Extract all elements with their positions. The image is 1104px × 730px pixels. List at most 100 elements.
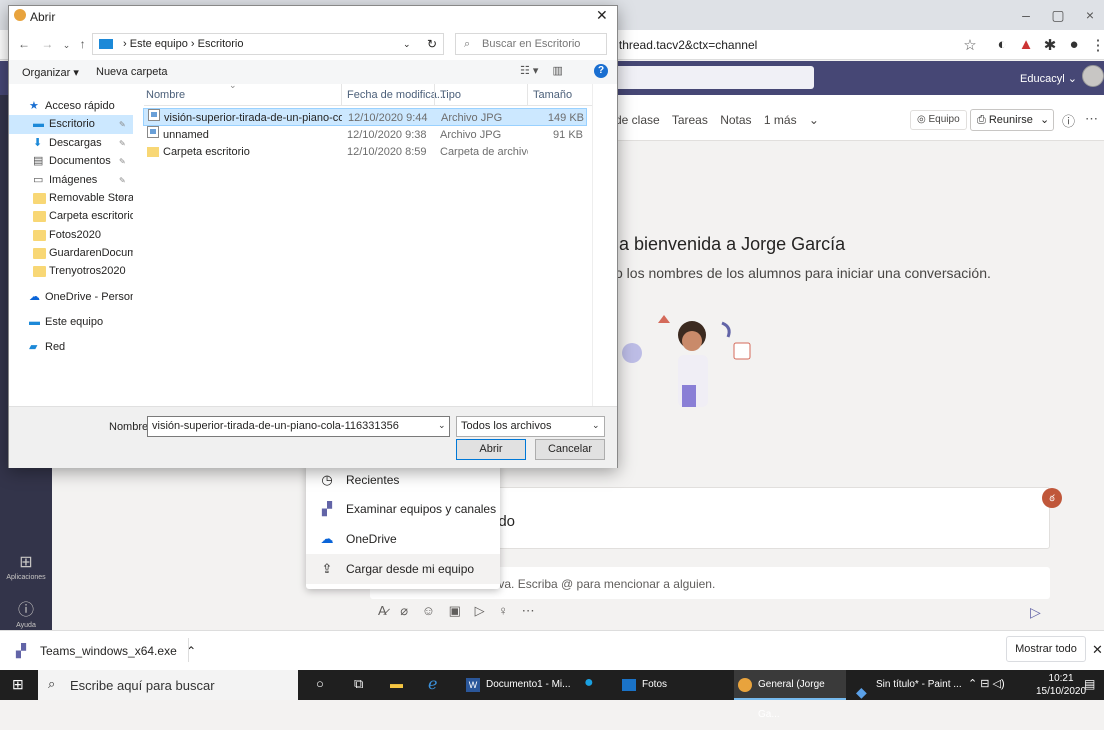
cancel-button[interactable]: Cancelar [535, 439, 605, 460]
breadcrumb-escritorio[interactable]: Escritorio [198, 38, 244, 50]
file-row[interactable]: visión-superior-tirada-de-un-piano-cola.… [143, 108, 587, 126]
column-size[interactable]: Tamaño [533, 89, 572, 101]
pin-icon[interactable]: ✎ [119, 134, 126, 153]
profile-icon[interactable]: ● [1064, 36, 1084, 53]
task-view-icon[interactable]: ⧉ [354, 676, 363, 692]
format-icon[interactable]: A̷ [378, 603, 387, 618]
nav-item[interactable]: ★ Acceso rápido [9, 97, 133, 116]
nav-item[interactable]: ▭ Imágenes ✎ [9, 171, 133, 190]
tenant-name[interactable]: Educacyl ⌄ [1020, 72, 1077, 85]
file-row[interactable]: Carpeta escritorio 12/10/2020 8:59 Carpeta… [143, 143, 587, 161]
dialog-search-input[interactable]: ⌕ Buscar en Escritorio [455, 33, 607, 55]
nav-item[interactable]: Removable Stora ✎ [9, 189, 133, 208]
pin-icon[interactable]: ✎ [119, 115, 126, 134]
filetype-select[interactable]: Todos los archivos [456, 416, 605, 437]
show-all-button[interactable]: Mostrar todo [1006, 636, 1086, 662]
column-divider[interactable] [527, 84, 528, 106]
view-icon[interactable]: ☷ ▾ [520, 65, 538, 77]
menu-item-upload[interactable]: ⇪ Cargar desde mi equipo [306, 554, 500, 584]
pin-icon[interactable]: ✎ [119, 189, 126, 208]
info-icon[interactable]: ⓘ [1062, 111, 1075, 130]
cortana-icon[interactable]: ○ [316, 676, 324, 691]
taskbar-app-chrome[interactable]: General (Jorge Ga... [734, 670, 846, 720]
file-row[interactable]: unnamed 12/10/2020 9:38 Archivo JPG 91 KB [143, 126, 587, 144]
stream-icon[interactable]: ▷ [475, 603, 485, 618]
sticker-icon[interactable]: ▣ [449, 603, 461, 618]
address-bar[interactable]: a@thread.tacv2&ctx=channel [600, 34, 940, 56]
close-download-bar-icon[interactable]: ✕ [1092, 642, 1103, 658]
minimize-button[interactable]: – [1010, 0, 1042, 30]
bookmark-star-icon[interactable]: ☆ [960, 36, 980, 54]
forward-icon[interactable]: → [41, 37, 53, 51]
tab-notas[interactable]: Notas [720, 113, 751, 127]
tab-more[interactable]: 1 más ⌄ [764, 113, 819, 127]
chevron-down-icon[interactable]: ⌄ [592, 420, 600, 431]
notifications-icon[interactable]: ▤ [1084, 677, 1095, 691]
attach-icon[interactable]: ⌀ [400, 603, 408, 618]
view-options[interactable]: ☷ ▾ ▥ [520, 64, 563, 77]
pin-icon[interactable]: ✎ [119, 152, 126, 171]
column-name[interactable]: Nombre [146, 89, 185, 101]
taskbar-app-paint[interactable]: ◆ Sin título* - Paint ... [852, 670, 964, 700]
column-divider[interactable] [434, 84, 435, 106]
pin-icon[interactable]: ✎ [119, 171, 126, 190]
chevron-down-icon[interactable]: ⌄ [403, 34, 411, 54]
breadcrumb-este-equipo[interactable]: Este equipo [130, 38, 188, 50]
tray-icons[interactable]: ⌃ ⊟ ◁) [968, 677, 1005, 690]
maximize-button[interactable]: ▢ [1042, 0, 1074, 30]
help-icon[interactable]: ? [594, 64, 608, 78]
nav-item[interactable]: ⬇ Descargas ✎ [9, 134, 133, 153]
taskbar-app-word[interactable]: W Documento1 - Mi... [460, 670, 578, 700]
nav-item[interactable]: Fotos2020 [9, 226, 133, 245]
nav-item[interactable]: GuardarenDocumen [9, 244, 133, 263]
praise-icon[interactable]: ♀ [498, 603, 508, 618]
column-divider[interactable] [341, 84, 342, 106]
nav-item[interactable]: ▬ Escritorio ✎ [9, 115, 133, 134]
extensions-puzzle-icon[interactable]: ✱ [1040, 36, 1060, 54]
send-icon[interactable]: ▷ [1030, 604, 1041, 621]
tab-clase[interactable]: de clase [615, 113, 660, 127]
nav-item[interactable]: ▤ Documentos ✎ [9, 152, 133, 171]
nav-item[interactable]: ▬ Este equipo [9, 313, 133, 332]
organize-button[interactable]: Organizar ▾ [22, 66, 79, 79]
menu-item-onedrive[interactable]: ☁ OneDrive [306, 524, 500, 554]
refresh-icon[interactable]: ↻ [420, 33, 444, 55]
tab-tareas[interactable]: Tareas [672, 113, 708, 127]
extension-icon[interactable]: ◐ [992, 36, 1012, 53]
up-icon[interactable]: ↑ [80, 37, 86, 51]
open-button[interactable]: Abrir [456, 439, 526, 460]
more-icon[interactable]: ⋯ [522, 603, 535, 618]
menu-item-recent[interactable]: ◷ Recientes [306, 465, 500, 495]
taskbar-app-photos[interactable]: Fotos [618, 670, 726, 700]
path-bar[interactable]: › Este equipo › Escritorio ⌄ [92, 33, 444, 55]
windows-start-icon[interactable]: ⊞ [12, 676, 24, 693]
menu-dots-icon[interactable]: ⋮ [1088, 36, 1104, 54]
file-explorer-icon[interactable]: ▬ [390, 676, 403, 691]
nav-item[interactable]: Trenyotros2020 [9, 262, 133, 281]
download-item[interactable]: Teams_windows_x64.exe ⌃ [40, 644, 196, 658]
nav-item[interactable]: ☁ OneDrive - Personal [9, 288, 133, 307]
edge-icon[interactable]: ℯ [428, 674, 437, 694]
chrome-edge-icon[interactable]: ● [584, 674, 594, 692]
teams-search-input[interactable] [614, 66, 814, 89]
emoji-icon[interactable]: ☺ [422, 603, 435, 618]
extension-icon[interactable]: ▲ [1016, 36, 1036, 53]
team-button[interactable]: ◎ Equipo [910, 110, 967, 130]
menu-item-browse-teams[interactable]: ▞ Examinar equipos y canales [306, 494, 500, 524]
recent-locations-icon[interactable]: ⌄ [63, 40, 71, 50]
new-folder-button[interactable]: Nueva carpeta [96, 66, 168, 78]
clock[interactable]: 10:21 15/10/2020 [1036, 672, 1086, 698]
preview-pane-icon[interactable]: ▥ [552, 65, 562, 77]
rail-apps[interactable]: ⊞ Aplicaciones [0, 552, 52, 581]
filename-input[interactable]: visión-superior-tirada-de-un-piano-cola-… [147, 416, 450, 437]
column-date[interactable]: Fecha de modifica... [347, 89, 446, 101]
nav-item[interactable]: ▰ Red [9, 338, 133, 357]
scrollbar[interactable] [592, 84, 606, 406]
nav-item[interactable]: Carpeta escritorio [9, 207, 133, 226]
column-type[interactable]: Tipo [440, 89, 461, 101]
close-icon[interactable]: ✕ [596, 7, 608, 24]
rail-help[interactable]: ⓘ Ayuda [0, 596, 52, 629]
meet-button[interactable]: ⎙ Reunirse ⌄ [970, 109, 1054, 131]
close-window-button[interactable]: × [1074, 0, 1104, 30]
back-icon[interactable]: ← [18, 37, 30, 51]
